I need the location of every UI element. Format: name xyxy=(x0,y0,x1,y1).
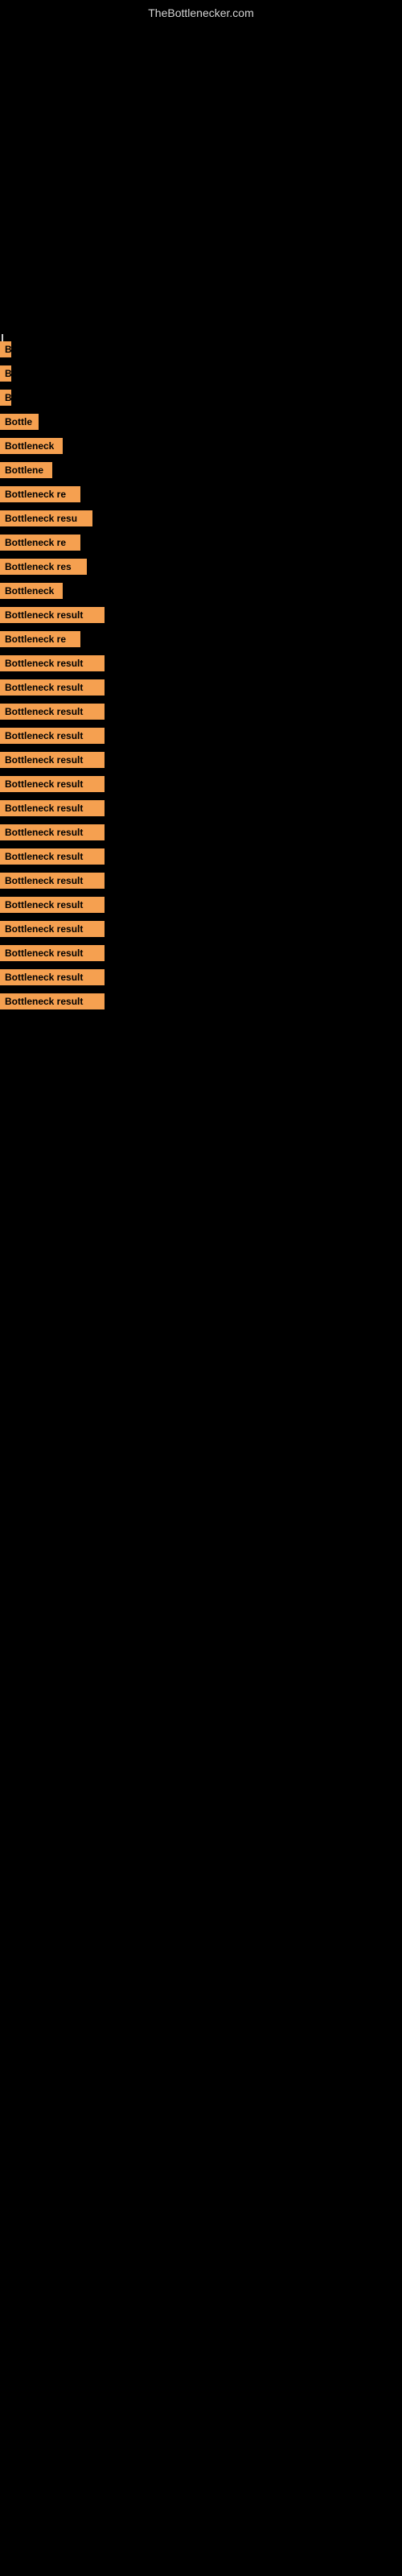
result-badge: Bottleneck result xyxy=(0,945,105,961)
list-item[interactable]: Bottleneck res xyxy=(0,555,402,578)
result-badge: Bottleneck res xyxy=(0,559,87,575)
list-item[interactable]: Bottleneck result xyxy=(0,604,402,626)
result-badge: Bottleneck re xyxy=(0,486,80,502)
result-badge: Bottle xyxy=(0,414,39,430)
result-badge: Bottleneck result xyxy=(0,752,105,768)
list-item[interactable]: Bottleneck result xyxy=(0,797,402,819)
result-badge: Bottleneck result xyxy=(0,824,105,840)
list-item[interactable]: Bottleneck result xyxy=(0,700,402,723)
results-container: BBBBottleBottleneckBottleneBottleneck re… xyxy=(0,338,402,1014)
result-badge: Bottleneck xyxy=(0,583,63,599)
result-badge: Bottleneck result xyxy=(0,873,105,889)
result-badge: Bottleneck resu xyxy=(0,510,92,526)
list-item[interactable]: B xyxy=(0,362,402,385)
list-item[interactable]: Bottleneck re xyxy=(0,483,402,506)
list-item[interactable]: Bottleneck result xyxy=(0,990,402,1013)
result-badge: Bottleneck result xyxy=(0,848,105,865)
result-badge: Bottleneck xyxy=(0,438,63,454)
list-item[interactable]: Bottleneck result xyxy=(0,821,402,844)
result-badge: B xyxy=(0,390,11,406)
result-badge: Bottleneck result xyxy=(0,993,105,1009)
list-item[interactable]: Bottleneck result xyxy=(0,966,402,989)
list-item[interactable]: B xyxy=(0,338,402,361)
list-item[interactable]: Bottleneck result xyxy=(0,773,402,795)
result-badge: Bottleneck result xyxy=(0,800,105,816)
result-badge: Bottleneck result xyxy=(0,607,105,623)
result-badge: Bottleneck result xyxy=(0,897,105,913)
list-item[interactable]: Bottleneck xyxy=(0,435,402,457)
result-badge: Bottleneck result xyxy=(0,728,105,744)
list-item[interactable]: Bottleneck xyxy=(0,580,402,602)
site-title: TheBottlenecker.com xyxy=(148,6,254,19)
list-item[interactable]: Bottleneck resu xyxy=(0,507,402,530)
result-badge: Bottleneck result xyxy=(0,969,105,985)
result-badge: Bottleneck result xyxy=(0,655,105,671)
list-item[interactable]: Bottleneck result xyxy=(0,749,402,771)
list-item[interactable]: Bottleneck result xyxy=(0,918,402,940)
list-item[interactable]: Bottle xyxy=(0,411,402,433)
result-badge: Bottleneck result xyxy=(0,776,105,792)
result-badge: B xyxy=(0,341,11,357)
list-item[interactable]: Bottleneck result xyxy=(0,942,402,964)
list-item[interactable]: Bottleneck result xyxy=(0,676,402,699)
result-badge: Bottleneck result xyxy=(0,921,105,937)
list-item[interactable]: Bottleneck result xyxy=(0,869,402,892)
result-badge: Bottleneck result xyxy=(0,679,105,696)
list-item[interactable]: B xyxy=(0,386,402,409)
list-item[interactable]: Bottleneck result xyxy=(0,845,402,868)
result-badge: Bottleneck result xyxy=(0,704,105,720)
list-item[interactable]: Bottleneck re xyxy=(0,531,402,554)
list-item[interactable]: Bottleneck result xyxy=(0,724,402,747)
list-item[interactable]: Bottleneck result xyxy=(0,894,402,916)
list-item[interactable]: Bottleneck re xyxy=(0,628,402,650)
list-item[interactable]: Bottlene xyxy=(0,459,402,481)
list-item[interactable]: Bottleneck result xyxy=(0,652,402,675)
result-badge: Bottlene xyxy=(0,462,52,478)
result-badge: Bottleneck re xyxy=(0,535,80,551)
result-badge: B xyxy=(0,365,11,382)
result-badge: Bottleneck re xyxy=(0,631,80,647)
